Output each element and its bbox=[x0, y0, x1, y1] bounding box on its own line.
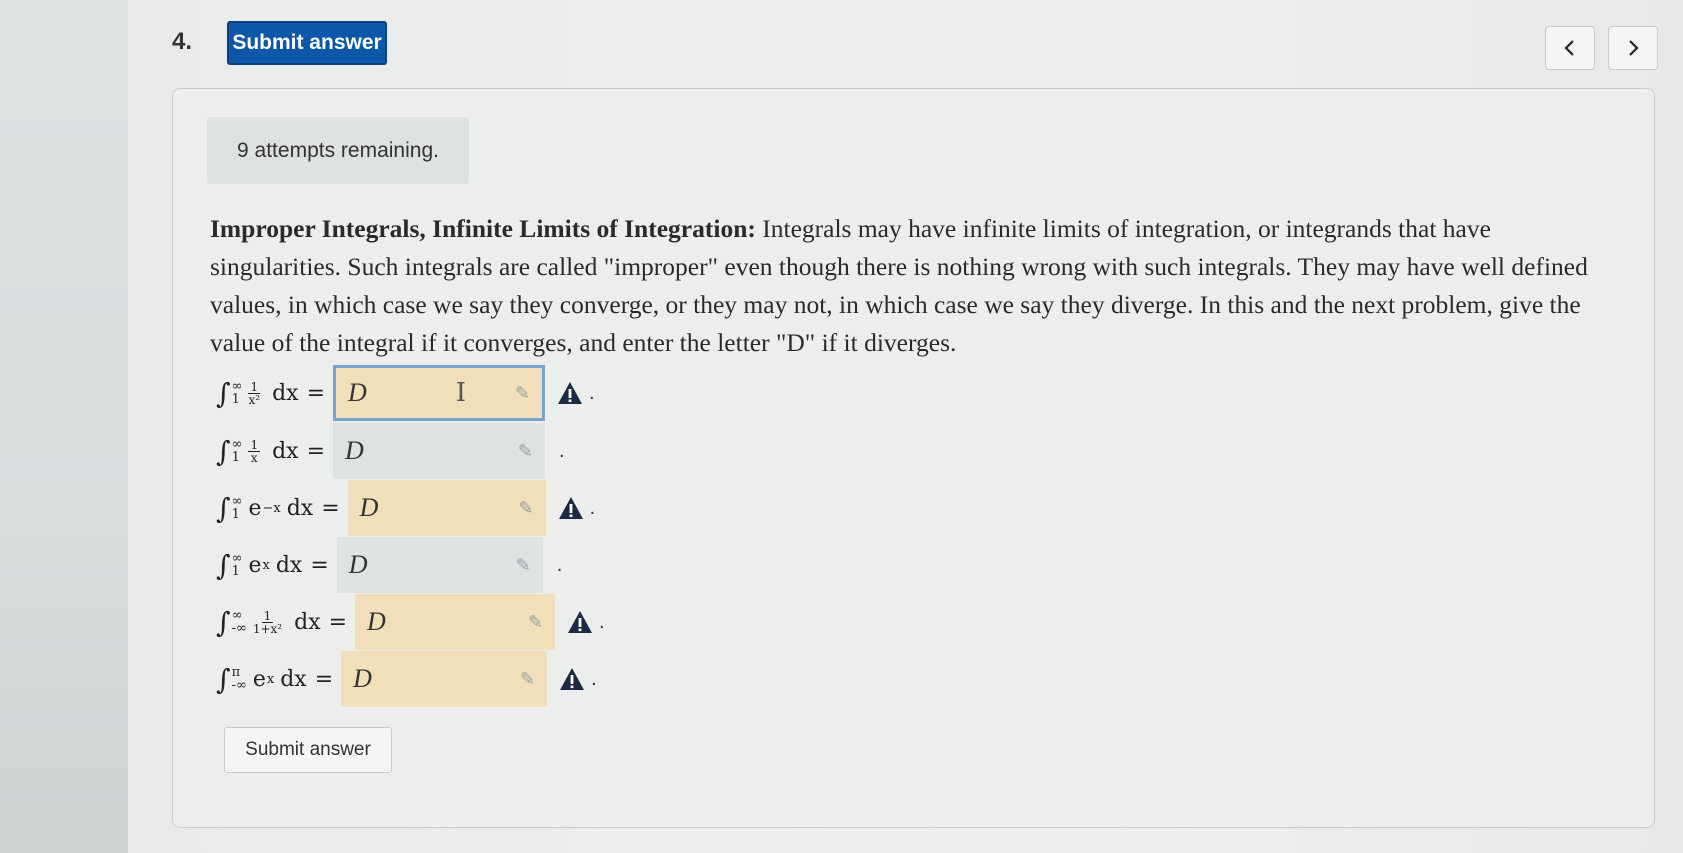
chevron-right-icon bbox=[1629, 40, 1639, 56]
pencil-icon[interactable]: ✎ bbox=[516, 555, 531, 576]
integral-expression: ∫ ∞ -∞ 1 1+x² dx = bbox=[216, 605, 348, 639]
integral-row-5: ∫ ∞ -∞ 1 1+x² dx = D ✎ . bbox=[216, 594, 605, 650]
answer-field-6[interactable]: D ✎ bbox=[341, 651, 548, 707]
answer-field-3[interactable]: D ✎ bbox=[347, 480, 546, 536]
integral-expression: ∫ π -∞ ex dx = bbox=[216, 662, 334, 696]
pencil-icon[interactable]: ✎ bbox=[515, 383, 530, 404]
pencil-icon[interactable]: ✎ bbox=[528, 612, 543, 633]
problem-title: Improper Integrals, Infinite Limits of I… bbox=[210, 214, 756, 243]
chevron-left-icon bbox=[1564, 40, 1574, 56]
attempts-remaining: 9 attempts remaining. bbox=[207, 117, 469, 184]
text-cursor-icon: I bbox=[455, 378, 466, 408]
previous-question-button[interactable] bbox=[1545, 26, 1595, 70]
submit-answer-button[interactable]: Submit answer bbox=[224, 727, 392, 773]
integral-expression: ∫ ∞ 1 ex dx = bbox=[216, 548, 329, 582]
integral-row-1: ∫ ∞ 1 1 x² dx = D I ✎ . bbox=[216, 365, 595, 421]
answer-field-4[interactable]: D ✎ bbox=[336, 537, 543, 593]
answer-field-1[interactable]: D I ✎ bbox=[333, 365, 546, 421]
integral-row-2: ∫ ∞ 1 1x dx = D ✎ . bbox=[216, 423, 565, 479]
integral-row-4: ∫ ∞ 1 ex dx = D ✎ . bbox=[216, 537, 562, 593]
integral-expression: ∫ ∞ 1 1 x² dx = bbox=[216, 376, 326, 410]
answer-field-2[interactable]: D ✎ bbox=[333, 423, 546, 479]
question-number: 4. bbox=[172, 28, 193, 55]
pencil-icon[interactable]: ✎ bbox=[518, 441, 533, 462]
problem-statement: Improper Integrals, Infinite Limits of I… bbox=[210, 210, 1610, 362]
left-gutter bbox=[0, 0, 129, 853]
warning-triangle-icon[interactable] bbox=[557, 665, 587, 693]
warning-triangle-icon[interactable] bbox=[556, 494, 586, 522]
next-question-button[interactable] bbox=[1608, 26, 1658, 70]
integral-expression: ∫ ∞ 1 1x dx = bbox=[216, 434, 326, 468]
warning-triangle-icon[interactable] bbox=[555, 379, 585, 407]
warning-triangle-icon[interactable] bbox=[565, 608, 595, 636]
pencil-icon[interactable]: ✎ bbox=[519, 498, 534, 519]
integral-row-3: ∫ ∞ 1 e −x dx = D ✎ . bbox=[216, 480, 595, 536]
integral-row-6: ∫ π -∞ ex dx = D ✎ . bbox=[216, 651, 597, 707]
submit-answer-button-top[interactable]: Submit answer bbox=[227, 21, 387, 65]
pencil-icon[interactable]: ✎ bbox=[520, 669, 535, 690]
integral-expression: ∫ ∞ 1 e −x dx = bbox=[216, 491, 340, 525]
answer-field-5[interactable]: D ✎ bbox=[355, 594, 556, 650]
